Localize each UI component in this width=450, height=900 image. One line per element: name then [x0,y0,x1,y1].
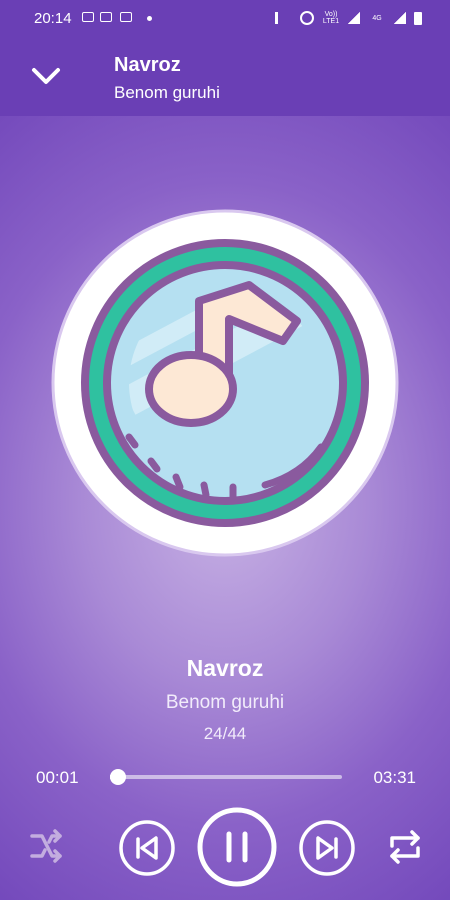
chevron-down-icon [32,68,60,84]
track-index: 24/44 [203,724,247,743]
shuffle-icon [30,829,62,863]
previous-button[interactable] [118,819,176,877]
shuffle-button[interactable] [26,826,66,866]
pause-button[interactable] [196,806,278,888]
app-bar-title: Navroz [114,54,181,76]
track-title: Navroz [186,655,264,681]
app-bar: Navroz Benom guruhi [0,36,450,116]
pause-icon [197,807,277,887]
repeat-icon [390,830,420,864]
previous-icon [119,820,175,876]
music-note-disc-icon [51,209,399,557]
current-time: 00:01 [36,768,79,787]
total-time: 03:31 [373,768,416,787]
signal-bars-2-icon [394,12,406,24]
mute-icon [275,12,292,24]
status-icons: Vo)) LTE1 4G [275,8,422,28]
signal-bars-icon [348,12,360,24]
next-icon [299,820,355,876]
seek-thumb[interactable] [110,769,126,785]
signal-label-2: 4G [372,14,382,22]
status-bar: 20:14 Vo)) LTE1 4G [0,0,450,36]
next-button[interactable] [298,819,356,877]
seek-bar[interactable] [110,769,342,785]
calendar-notification-icon [100,12,112,22]
repeat-button[interactable] [384,826,426,868]
album-art [51,209,399,557]
more-notifications-dot-icon [147,16,152,21]
hotspot-icon [300,11,314,25]
gallery-notification-icon [82,12,94,22]
status-time: 20:14 [34,10,72,27]
app-bar-subtitle: Benom guruhi [114,83,220,102]
track-artist: Benom guruhi [165,692,285,713]
collapse-player-button[interactable] [26,56,66,96]
battery-icon [414,11,422,25]
camera-notification-icon [120,12,132,22]
signal-label-1: Vo)) LTE1 [322,11,340,25]
